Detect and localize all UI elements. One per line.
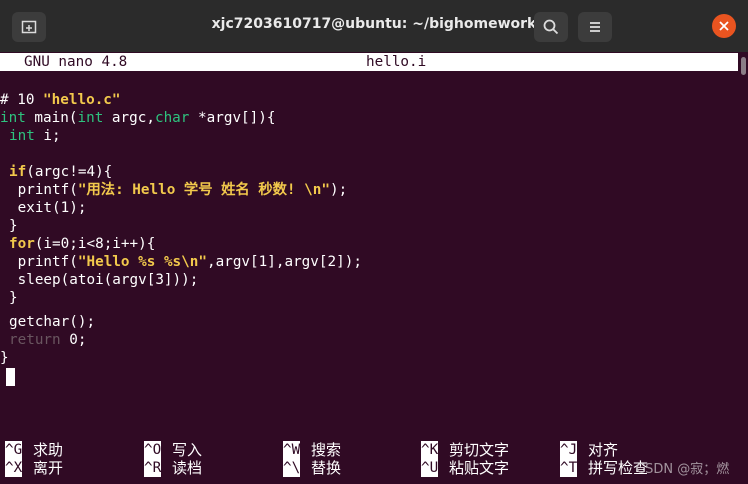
shortcut-write-out[interactable]: ^O 写入: [144, 441, 202, 459]
shortcut-to-spell[interactable]: ^T 拼写检查: [560, 459, 648, 477]
shortcut-where-is[interactable]: ^W 搜索: [283, 441, 341, 459]
shortcut-key: ^W: [283, 441, 301, 459]
code-line: getchar();: [9, 314, 96, 330]
scrollbar[interactable]: [739, 53, 748, 484]
shortcut-read-file[interactable]: ^R 读档: [144, 459, 202, 477]
hamburger-menu-icon: [590, 22, 600, 32]
close-button[interactable]: [712, 14, 736, 38]
search-button[interactable]: [534, 12, 568, 42]
title-bar: xjc7203610717@ubuntu: ~/bighomework: [0, 0, 748, 52]
shortcut-key: ^U: [421, 459, 439, 477]
shortcut-key: ^K: [421, 441, 439, 459]
close-icon: [719, 21, 729, 31]
shortcut-label: 粘贴文字: [449, 459, 510, 477]
scrollbar-thumb[interactable]: [741, 57, 746, 75]
code-line: }: [9, 218, 18, 234]
shortcut-key: ^T: [560, 459, 578, 477]
shortcut-label: 搜索: [311, 441, 342, 459]
shortcut-key: ^X: [5, 459, 23, 477]
window-title: xjc7203610717@ubuntu: ~/bighomework: [211, 16, 537, 32]
search-icon: [543, 19, 559, 35]
shortcut-label: 写入: [172, 441, 203, 459]
shortcut-key: ^R: [144, 459, 162, 477]
terminal-window: xjc7203610717@ubuntu: ~/bighomework GNU …: [0, 0, 748, 484]
watermark: CSDN @寂；燃: [636, 462, 730, 477]
code-line: }: [0, 350, 9, 366]
shortcut-label: 替换: [311, 459, 342, 477]
shortcut-paste-text[interactable]: ^U 粘贴文字: [421, 459, 509, 477]
shortcut-key: ^G: [5, 441, 23, 459]
shortcut-key: ^O: [144, 441, 162, 459]
shortcut-justify[interactable]: ^J 对齐: [560, 441, 618, 459]
text-cursor: [6, 368, 15, 386]
nano-filename: hello.i: [366, 54, 427, 70]
code-line: printf("用法: Hello 学号 姓名 秒数! \n");: [9, 182, 348, 198]
shortcut-cut-text[interactable]: ^K 剪切文字: [421, 441, 509, 459]
code-line: int i;: [9, 128, 61, 144]
shortcut-label: 求助: [33, 441, 64, 459]
code-line: if(argc!=4){: [9, 164, 113, 180]
menu-button[interactable]: [578, 12, 612, 42]
shortcut-label: 读档: [172, 459, 203, 477]
shortcut-replace[interactable]: ^\ 替换: [283, 459, 341, 477]
shortcut-help[interactable]: ^G 求助: [5, 441, 63, 459]
code-line: # 10 "hello.c": [0, 92, 121, 108]
code-line: printf("Hello %s %s\n",argv[1],argv[2]);: [9, 254, 362, 270]
code-line: sleep(atoi(argv[3]));: [9, 272, 199, 288]
nano-header-bar: GNU nano 4.8 hello.i: [0, 53, 738, 71]
shortcut-label: 剪切文字: [449, 441, 510, 459]
shortcut-key: ^J: [560, 441, 578, 459]
code-line: for(i=0;i<8;i++){: [9, 236, 156, 252]
shortcut-label: 离开: [33, 459, 64, 477]
code-line: int main(int argc,char *argv[]){: [0, 110, 276, 126]
code-line: }: [9, 290, 18, 306]
shortcut-exit[interactable]: ^X 离开: [5, 459, 63, 477]
shortcut-key: ^\: [283, 459, 301, 477]
nano-version: GNU nano 4.8: [24, 54, 128, 70]
code-line: exit(1);: [9, 200, 87, 216]
code-line: return 0;: [9, 332, 87, 348]
shortcut-label: 对齐: [588, 441, 619, 459]
